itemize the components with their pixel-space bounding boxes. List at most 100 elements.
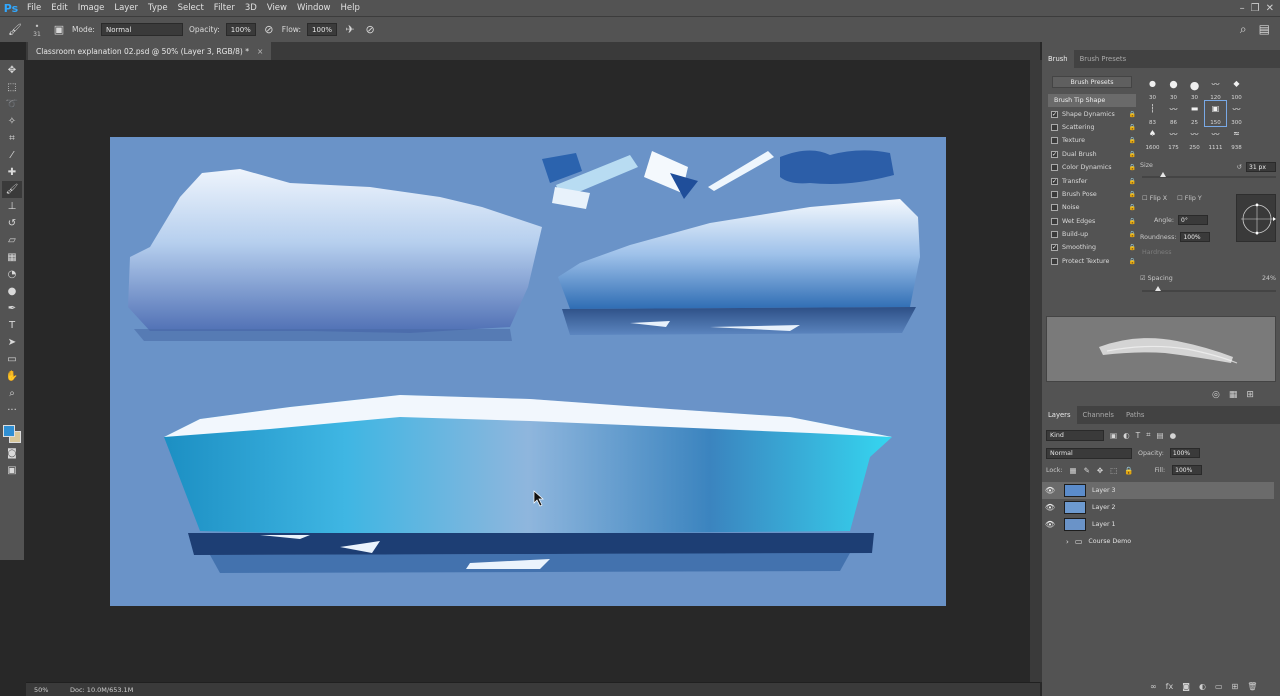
- type-tool-icon[interactable]: T: [2, 317, 22, 334]
- lock-transparent-icon[interactable]: ▦: [1069, 466, 1076, 475]
- healing-tool-icon[interactable]: ✚: [2, 164, 22, 181]
- new-preset-icon[interactable]: ⊞: [1246, 390, 1254, 400]
- document-size[interactable]: Doc: 10.0M/653.1M: [70, 686, 133, 694]
- brush-option-checkbox[interactable]: [1051, 123, 1058, 131]
- brush-tip[interactable]: ● 30: [1142, 76, 1163, 101]
- size-slider[interactable]: [1142, 172, 1276, 178]
- brush-option-checkbox[interactable]: ✓: [1051, 150, 1058, 158]
- brush-tip[interactable]: ♠ 1600: [1142, 126, 1163, 151]
- new-layer-icon[interactable]: ⊞: [1232, 682, 1239, 691]
- move-tool-icon[interactable]: ✥: [2, 62, 22, 79]
- brush-option-item[interactable]: Noise 🔒: [1048, 201, 1136, 214]
- history-brush-tool-icon[interactable]: ↺: [2, 215, 22, 232]
- canvas-area[interactable]: [26, 60, 1030, 682]
- eyedropper-tool-icon[interactable]: ⁄: [2, 147, 22, 164]
- mode-select[interactable]: Normal: [100, 23, 183, 36]
- minimize-icon[interactable]: –: [1240, 3, 1245, 14]
- size-slider-handle[interactable]: [1160, 172, 1166, 177]
- brush-tip[interactable]: 〰 120: [1205, 76, 1226, 101]
- brush-picker[interactable]: • 31: [28, 22, 46, 38]
- menu-view[interactable]: View: [262, 0, 292, 16]
- brush-option-item[interactable]: Brush Pose 🔒: [1048, 188, 1136, 201]
- menu-file[interactable]: File: [22, 0, 46, 16]
- brush-presets-button[interactable]: Brush Presets: [1052, 76, 1132, 88]
- lock-icon[interactable]: 🔒: [1129, 124, 1136, 131]
- tab-brush-presets[interactable]: Brush Presets: [1074, 50, 1133, 68]
- brush-option-item[interactable]: ✓ Dual Brush 🔒: [1048, 148, 1136, 161]
- quick-mask-icon[interactable]: ◙: [2, 445, 22, 462]
- magic-wand-tool-icon[interactable]: ✧: [2, 113, 22, 130]
- brush-tip[interactable]: 〰 1111: [1205, 126, 1226, 151]
- lock-image-icon[interactable]: ✎: [1084, 466, 1090, 475]
- lock-icon[interactable]: 🔒: [1129, 111, 1136, 118]
- brush-option-checkbox[interactable]: [1051, 231, 1058, 239]
- lasso-tool-icon[interactable]: ➰: [2, 96, 22, 113]
- flow-field[interactable]: 100%: [307, 23, 338, 36]
- lock-all-icon[interactable]: 🔒: [1124, 466, 1133, 475]
- brush-option-item[interactable]: ✓ Transfer 🔒: [1048, 174, 1136, 187]
- expand-chevron-icon[interactable]: ›: [1066, 538, 1069, 546]
- dodge-tool-icon[interactable]: ●: [2, 283, 22, 300]
- brush-tip[interactable]: ▬ 25: [1184, 101, 1205, 126]
- brush-tip[interactable]: 〰 86: [1163, 101, 1184, 126]
- layer-row[interactable]: 👁 Layer 1: [1042, 516, 1274, 533]
- shape-tool-icon[interactable]: ▭: [2, 351, 22, 368]
- brush-option-checkbox[interactable]: [1051, 257, 1058, 265]
- workspace-icon[interactable]: ▤: [1259, 22, 1270, 37]
- roundness-field[interactable]: 100%: [1180, 232, 1211, 242]
- filter-pixel-icon[interactable]: ▣: [1110, 431, 1117, 440]
- size-field[interactable]: 31 px: [1246, 162, 1276, 172]
- angle-field[interactable]: 0°: [1178, 215, 1209, 225]
- tab-brush[interactable]: Brush: [1042, 50, 1074, 68]
- pen-tool-icon[interactable]: ✒: [2, 300, 22, 317]
- brush-tip[interactable]: [1247, 76, 1268, 101]
- fx-icon[interactable]: fx: [1166, 682, 1174, 691]
- brush-option-item[interactable]: Scattering 🔒: [1048, 121, 1136, 134]
- filter-toggle-icon[interactable]: ●: [1170, 431, 1177, 440]
- lock-icon[interactable]: 🔒: [1129, 164, 1136, 171]
- brush-tip[interactable]: ▣ 150: [1204, 100, 1227, 127]
- brush-tip[interactable]: ┆ 83: [1142, 101, 1163, 126]
- close-tab-icon[interactable]: ×: [257, 47, 263, 56]
- document-tab[interactable]: Classroom explanation 02.psd @ 50% (Laye…: [28, 42, 272, 60]
- filter-adjustment-icon[interactable]: ◐: [1123, 431, 1130, 440]
- menu-edit[interactable]: Edit: [46, 0, 72, 16]
- crop-tool-icon[interactable]: ⌗: [2, 130, 22, 147]
- brush-option-item[interactable]: Texture 🔒: [1048, 134, 1136, 147]
- menu-window[interactable]: Window: [292, 0, 336, 16]
- screen-mode-icon[interactable]: ▣: [2, 462, 22, 479]
- brush-option-checkbox[interactable]: ✓: [1051, 244, 1058, 252]
- brush-option-checkbox[interactable]: ✓: [1051, 177, 1058, 185]
- lock-icon[interactable]: 🔒: [1129, 151, 1136, 158]
- search-icon[interactable]: ⌕: [1240, 22, 1247, 37]
- flip-y-checkbox[interactable]: ☐ Flip Y: [1177, 195, 1202, 202]
- layer-row[interactable]: 👁 Layer 2: [1042, 499, 1274, 516]
- menu-select[interactable]: Select: [173, 0, 209, 16]
- filter-smart-object-icon[interactable]: ▤: [1156, 431, 1163, 440]
- lock-icon[interactable]: 🔒: [1129, 191, 1136, 198]
- zoom-tool-icon[interactable]: ⌕: [2, 385, 22, 402]
- brush-panel-toggle-icon[interactable]: ▣: [52, 23, 66, 37]
- spacing-value[interactable]: 24%: [1262, 275, 1276, 282]
- menu-image[interactable]: Image: [73, 0, 110, 16]
- blur-tool-icon[interactable]: ◔: [2, 266, 22, 283]
- spacing-slider[interactable]: [1142, 286, 1276, 292]
- brush-tip[interactable]: [1247, 126, 1268, 151]
- group-icon[interactable]: ▭: [1215, 682, 1223, 691]
- trash-icon[interactable]: 🗑: [1247, 682, 1257, 691]
- flip-x-checkbox[interactable]: ☐ Flip X: [1142, 195, 1167, 202]
- toggle-preview-icon[interactable]: ◎: [1212, 390, 1220, 400]
- menu-3d[interactable]: 3D: [240, 0, 262, 16]
- hand-tool-icon[interactable]: ✋: [2, 368, 22, 385]
- filter-type-icon[interactable]: T: [1136, 431, 1141, 440]
- stamp-tool-icon[interactable]: ⊥: [2, 198, 22, 215]
- brush-option-item[interactable]: ✓ Shape Dynamics 🔒: [1048, 107, 1136, 120]
- brush-option-checkbox[interactable]: [1051, 164, 1058, 172]
- lock-icon[interactable]: 🔒: [1129, 137, 1136, 144]
- spacing-checkbox[interactable]: ☑ Spacing: [1140, 275, 1173, 282]
- artboard[interactable]: [110, 137, 946, 606]
- brush-tip[interactable]: [1247, 101, 1268, 126]
- gradient-tool-icon[interactable]: ▦: [2, 249, 22, 266]
- lock-position-icon[interactable]: ✥: [1097, 466, 1103, 475]
- brush-option-item[interactable]: Build-up 🔒: [1048, 228, 1136, 241]
